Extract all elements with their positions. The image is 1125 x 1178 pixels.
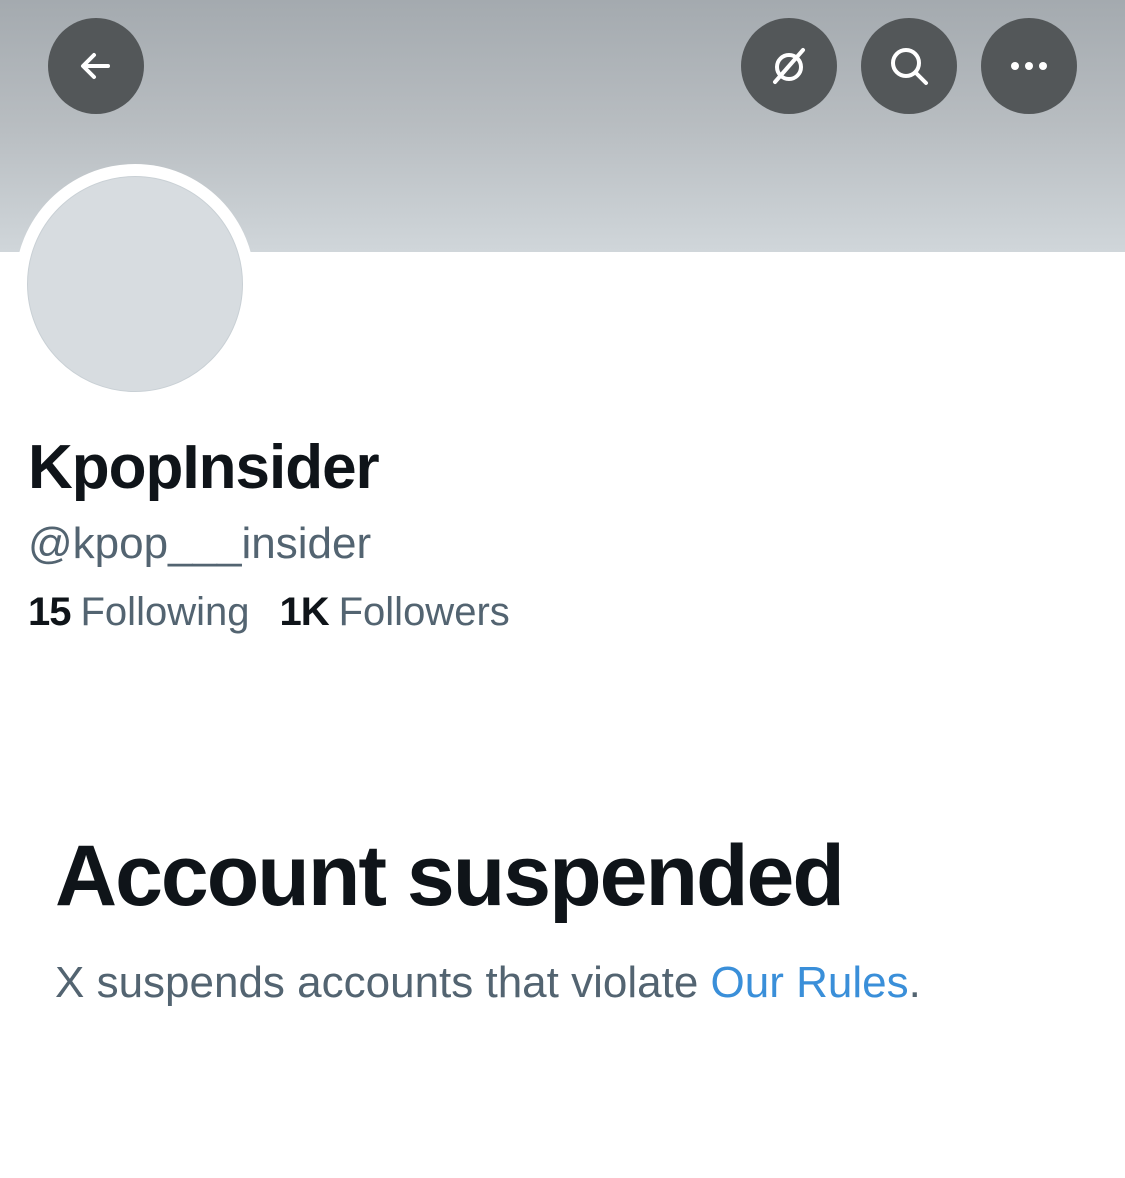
follow-stats: 15 Following 1K Followers [28, 586, 510, 638]
search-icon [891, 48, 928, 85]
suspended-description: X suspends accounts that violate Our Rul… [55, 955, 921, 1011]
our-rules-link[interactable]: Our Rules [711, 958, 909, 1007]
followers-label: Followers [338, 590, 510, 634]
more-horizontal-icon [1011, 62, 1047, 70]
avatar-ring [15, 164, 255, 404]
user-handle: @kpop___insider [28, 519, 372, 568]
following-link[interactable]: 15 Following [28, 586, 249, 638]
display-name: KpopInsider [28, 433, 380, 502]
description-period: . [908, 958, 921, 1007]
search-button[interactable] [861, 18, 957, 114]
suspended-title: Account suspended [55, 828, 845, 924]
more-button[interactable] [981, 18, 1077, 114]
translate-slash-icon [773, 48, 805, 84]
arrow-left-icon [81, 53, 110, 79]
following-count: 15 [28, 590, 71, 634]
followers-count: 1K [279, 590, 329, 634]
description-text: X suspends accounts that violate [55, 958, 711, 1007]
followers-link[interactable]: 1K Followers [279, 586, 509, 638]
back-button[interactable] [48, 18, 144, 114]
following-label: Following [80, 590, 250, 634]
avatar[interactable] [27, 176, 243, 392]
translate-button[interactable] [741, 18, 837, 114]
